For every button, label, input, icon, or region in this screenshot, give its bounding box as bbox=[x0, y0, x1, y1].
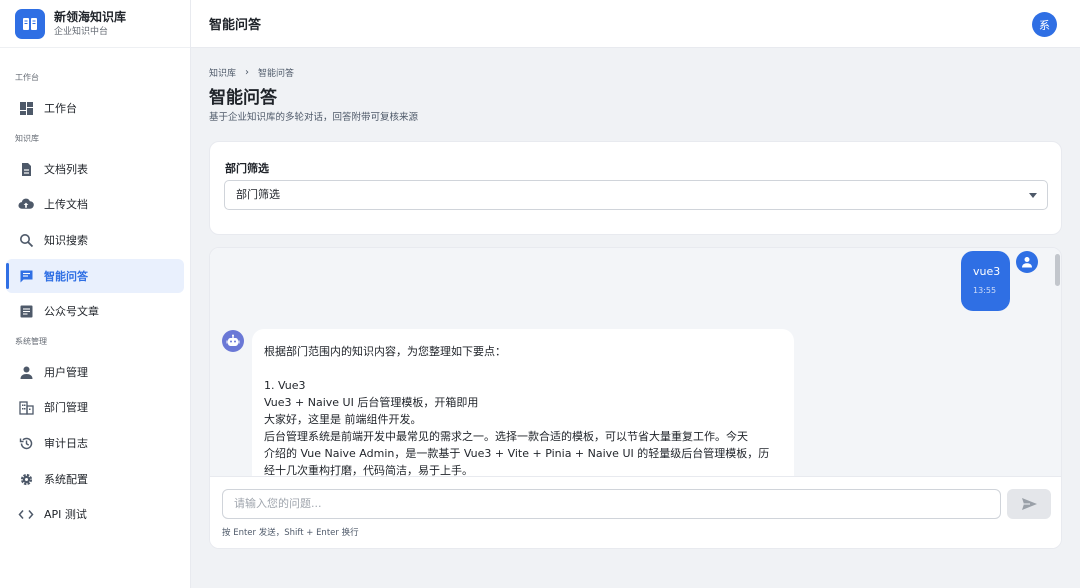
sidebar-item-label: 知识搜索 bbox=[44, 234, 88, 247]
chevron-right-icon: › bbox=[245, 67, 250, 78]
sidebar-item-users[interactable]: 用户管理 bbox=[6, 355, 184, 389]
book-logo-icon bbox=[15, 8, 45, 39]
chat-icon bbox=[18, 268, 34, 284]
group-label-knowledge: 知识库 bbox=[15, 134, 39, 143]
user-message-avatar bbox=[1016, 251, 1038, 273]
user-message-text: vue3 bbox=[973, 265, 1001, 278]
chat-input[interactable]: 请输入您的问题... bbox=[222, 489, 1001, 519]
sidebar-item-label: 审计日志 bbox=[44, 437, 88, 450]
sidebar-item-label: 上传文档 bbox=[44, 198, 88, 211]
assistant-message-line: ​ bbox=[264, 360, 782, 377]
sidebar-item-label: 智能问答 bbox=[44, 270, 88, 283]
breadcrumb-current: 智能问答 bbox=[258, 69, 295, 79]
dashboard-icon bbox=[18, 100, 34, 116]
sidebar-item-api-test[interactable]: API 测试 bbox=[6, 497, 184, 531]
brand-title: 新领海知识库 bbox=[54, 9, 127, 24]
sidebar-item-settings[interactable]: 系统配置 bbox=[6, 462, 184, 496]
send-button[interactable] bbox=[1007, 489, 1051, 519]
sidebar-item-documents[interactable]: 文档列表 bbox=[6, 152, 184, 186]
user-message-time: 13:55 bbox=[973, 286, 997, 295]
input-hint: 按 Enter 发送，Shift + Enter 换行 bbox=[222, 528, 359, 538]
history-icon bbox=[18, 435, 34, 451]
assistant-message-line: 根据部门范围内的知识内容，为您整理如下要点： bbox=[264, 345, 506, 358]
document-icon bbox=[18, 161, 34, 177]
brand[interactable]: 新领海知识库 企业知识中台 bbox=[0, 0, 190, 48]
code-icon bbox=[18, 506, 34, 522]
breadcrumb-root[interactable]: 知识库 bbox=[209, 66, 236, 79]
page-title: 智能问答 bbox=[209, 88, 277, 108]
group-label-workbench: 工作台 bbox=[15, 73, 39, 82]
bot-avatar bbox=[222, 330, 244, 352]
assistant-message-line: 大家好，这里是 前端组件开发。 bbox=[264, 413, 422, 426]
sidebar-item-label: API 测试 bbox=[44, 508, 87, 521]
sidebar-item-label: 部门管理 bbox=[44, 401, 88, 414]
filter-card: 部门筛选 部门筛选 bbox=[209, 141, 1062, 235]
assistant-message-bubble: 根据部门范围内的知识内容，为您整理如下要点： ​ 1. Vue3 Vue3 + … bbox=[252, 329, 794, 476]
article-icon bbox=[18, 303, 34, 319]
search-icon bbox=[18, 232, 34, 248]
top-bar: 智能问答 系 bbox=[191, 0, 1080, 48]
assistant-message-line: 介绍的 Vue Naive Admin，是一款基于 Vue3 + Vite + … bbox=[264, 447, 770, 460]
filter-select-value: 部门筛选 bbox=[236, 188, 280, 201]
page-description: 基于企业知识库的多轮对话，回答附带可复核来源 bbox=[209, 112, 419, 123]
send-icon bbox=[1021, 498, 1037, 510]
chat-card: vue3 13:55 根据部门范围内的知识内容，为您整理如下要点： ​ 1. V… bbox=[209, 247, 1062, 549]
sidebar-item-label: 公众号文章 bbox=[44, 305, 99, 318]
scrollbar-thumb[interactable] bbox=[1055, 254, 1060, 286]
sidebar-item-label: 文档列表 bbox=[44, 163, 88, 176]
cloud-upload-icon bbox=[18, 196, 34, 212]
filter-label: 部门筛选 bbox=[225, 162, 269, 175]
assistant-message-line: 后台管理系统是前端开发中最常见的需求之一。选择一款合适的模板，可以节省大量重复工… bbox=[264, 430, 748, 443]
building-icon bbox=[18, 399, 34, 415]
caret-down-icon bbox=[1029, 193, 1037, 198]
user-message-bubble: vue3 13:55 bbox=[961, 251, 1010, 311]
robot-icon bbox=[226, 334, 240, 346]
brand-subtitle: 企业知识中台 bbox=[54, 26, 109, 37]
assistant-message-line: Vue3 + Naive UI 后台管理模板，开箱即用 bbox=[264, 396, 479, 409]
person-icon bbox=[1022, 257, 1032, 268]
sidebar-item-label: 用户管理 bbox=[44, 366, 88, 379]
sidebar-item-audit[interactable]: 审计日志 bbox=[6, 426, 184, 460]
sidebar-item-upload[interactable]: 上传文档 bbox=[6, 187, 184, 221]
sidebar-item-search[interactable]: 知识搜索 bbox=[6, 223, 184, 257]
chat-input-area: 请输入您的问题... 按 Enter 发送，Shift + Enter 换行 bbox=[210, 476, 1061, 548]
header-title: 智能问答 bbox=[209, 18, 262, 33]
user-icon bbox=[18, 364, 34, 380]
sidebar-item-articles[interactable]: 公众号文章 bbox=[6, 294, 184, 328]
sidebar-item-qa[interactable]: 智能问答 bbox=[6, 259, 184, 293]
gear-icon bbox=[18, 471, 34, 487]
sidebar-item-label: 工作台 bbox=[44, 102, 77, 115]
sidebar-item-workbench[interactable]: 工作台 bbox=[6, 91, 184, 125]
sidebar: 新领海知识库 企业知识中台 工作台 工作台 知识库 文档列表 上传文档 知识搜索… bbox=[0, 0, 191, 588]
sidebar-item-departments[interactable]: 部门管理 bbox=[6, 390, 184, 424]
sidebar-item-label: 系统配置 bbox=[44, 473, 88, 486]
breadcrumb: 知识库 › 智能问答 bbox=[209, 66, 294, 79]
assistant-message-line: 经十几次重构打磨，代码简洁，易于上手。 bbox=[264, 464, 473, 476]
user-avatar[interactable]: 系 bbox=[1032, 12, 1057, 37]
message-list[interactable]: vue3 13:55 根据部门范围内的知识内容，为您整理如下要点： ​ 1. V… bbox=[210, 248, 1061, 476]
department-filter-select[interactable]: 部门筛选 bbox=[224, 180, 1048, 210]
assistant-message-line: 1. Vue3 bbox=[264, 379, 306, 392]
group-label-system: 系统管理 bbox=[15, 337, 47, 346]
message-scrollbar[interactable] bbox=[1053, 248, 1061, 476]
